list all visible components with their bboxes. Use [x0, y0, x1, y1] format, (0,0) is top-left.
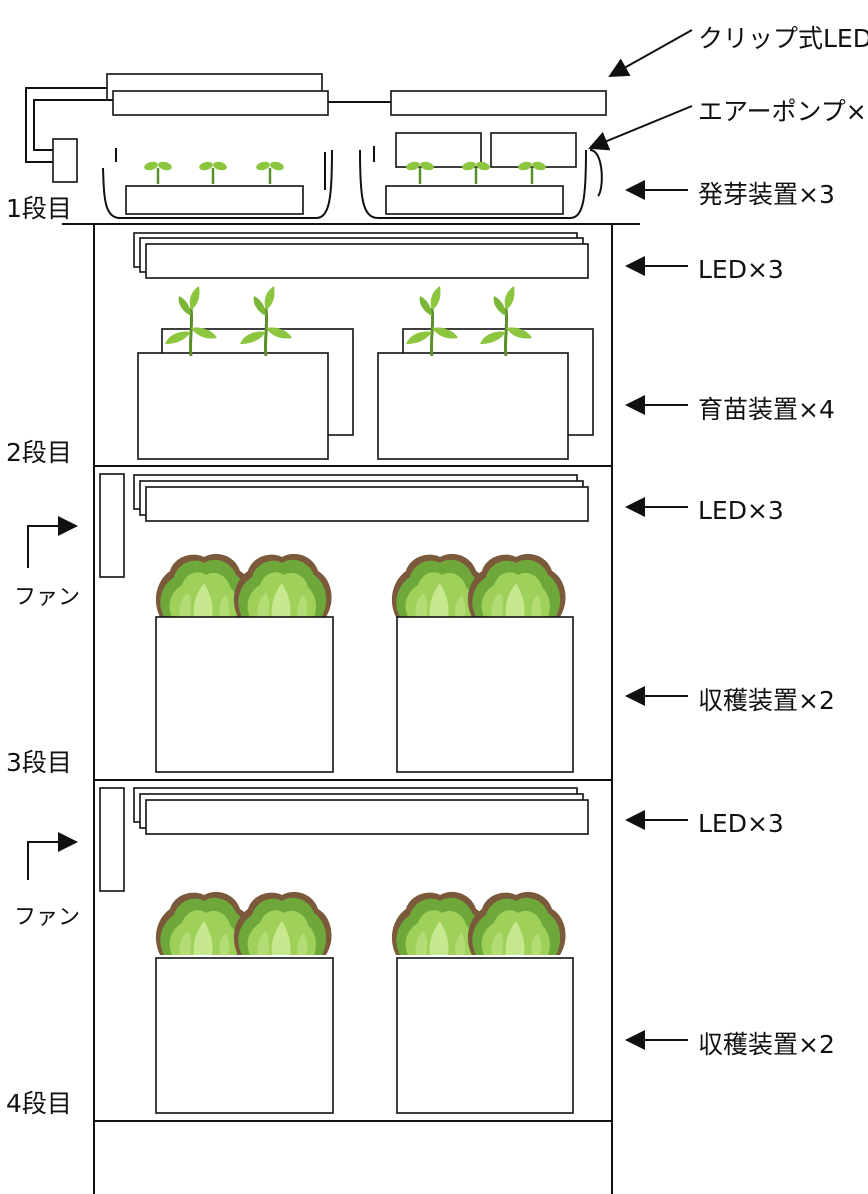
germination-sponge-1 [125, 185, 304, 215]
fan-unit [99, 787, 125, 892]
label-clip-led: クリップ式LED [698, 24, 868, 53]
lettuce [467, 891, 566, 955]
seedling-device-front-1 [137, 352, 329, 460]
fan-label-tier4: ファン [14, 905, 80, 930]
germination-tray-3 [589, 149, 603, 197]
sprout [141, 159, 175, 186]
label-harvest-tier4: 収穫装置×2 [698, 1030, 835, 1059]
right-labels: クリップ式LED エアーポンプ×2 発芽装置×3 LED×3 育苗装置×4 LE… [698, 24, 868, 1059]
air-pump-2 [490, 132, 577, 168]
label-led-tier3: LED×3 [698, 496, 784, 525]
tier2-equipment [133, 232, 594, 460]
tier4-label: 4段目 [6, 1089, 72, 1118]
fan-unit [99, 473, 125, 578]
fan-label-tier3: ファン [14, 585, 80, 610]
led-panel [145, 486, 589, 522]
harvest-device-3 [155, 957, 334, 1114]
clip-led-front-left [112, 90, 329, 116]
harvest-device-4 [396, 957, 574, 1114]
lettuce [233, 553, 332, 617]
sprout [253, 159, 287, 186]
tier1-label: 1段目 [6, 194, 72, 223]
air-pump-1 [395, 132, 482, 168]
label-harvest-tier3: 収穫装置×2 [698, 686, 835, 715]
label-air-pump: エアーポンプ×2 [698, 97, 868, 126]
fan-airflow-arrow-tier3 [27, 516, 78, 568]
tier3-equipment [99, 473, 589, 773]
tier-labels: 1段目 2段目 3段目 4段目 [6, 194, 72, 1118]
tier1-equipment [25, 73, 607, 219]
hydroponic-rack-diagram: クリップ式LED エアーポンプ×2 発芽装置×3 LED×3 育苗装置×4 LE… [6, 24, 868, 1194]
lettuce [467, 553, 566, 617]
label-arrows [588, 29, 693, 1050]
harvest-device-2 [396, 616, 574, 773]
arrow-clip-led [608, 29, 693, 77]
tier2-label: 2段目 [6, 438, 72, 467]
led-clip-block [52, 138, 78, 183]
led-panel [145, 799, 589, 835]
harvest-device-1 [155, 616, 334, 773]
label-seedling: 育苗装置×4 [698, 395, 835, 424]
fan-airflow-arrow-tier4 [27, 832, 78, 880]
led-panel [145, 243, 589, 279]
label-led-tier2: LED×3 [698, 255, 784, 284]
label-germination: 発芽装置×3 [698, 180, 835, 209]
sprout [196, 159, 230, 186]
label-led-tier4: LED×3 [698, 809, 784, 838]
fan-arrows [27, 516, 78, 880]
germination-sponge-2 [385, 185, 564, 215]
tier4-equipment [99, 787, 589, 1114]
clip-led-front-right [390, 90, 607, 116]
tier3-label: 3段目 [6, 748, 72, 777]
seedling-device-front-2 [377, 352, 569, 460]
lettuce [233, 891, 332, 955]
